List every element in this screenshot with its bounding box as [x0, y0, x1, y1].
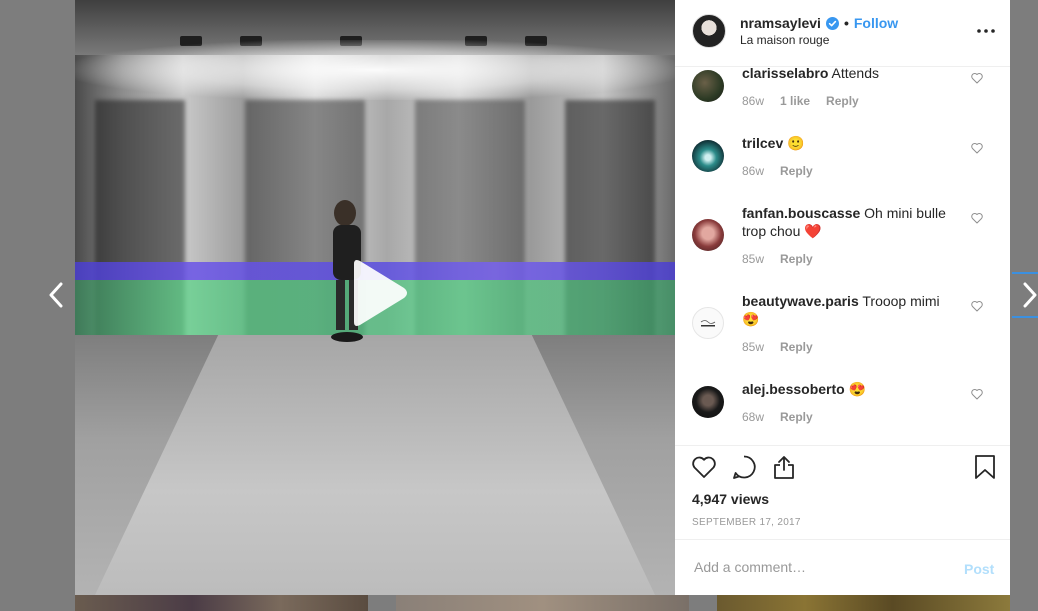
comment-username[interactable]: fanfan.bouscasse — [742, 205, 860, 221]
play-icon[interactable] — [342, 258, 412, 328]
location-link[interactable]: La maison rouge — [740, 33, 829, 47]
comment-emoji: 😍 — [742, 311, 760, 327]
post-date[interactable]: SEPTEMBER 17, 2017 — [692, 517, 801, 528]
brand-logo-icon — [700, 320, 716, 327]
post-detail-panel: nramsaylevi • Follow La maison rouge cla… — [675, 0, 1010, 595]
follow-button[interactable]: Follow — [854, 15, 898, 31]
avatar[interactable] — [692, 219, 724, 251]
comment-username[interactable]: beautywave.paris — [742, 293, 859, 309]
comment-icon[interactable] — [730, 453, 758, 481]
avatar[interactable] — [692, 14, 726, 48]
post-video[interactable] — [75, 0, 675, 595]
avatar[interactable] — [692, 70, 724, 102]
comment-emoji: 😍 — [848, 381, 867, 397]
like-comment-icon[interactable] — [971, 72, 983, 84]
comment-input[interactable] — [692, 558, 946, 576]
add-comment-bar: Post — [675, 539, 1010, 596]
comment-age[interactable]: 85w — [742, 340, 764, 354]
comment-username[interactable]: trilcev — [742, 135, 783, 151]
like-comment-icon[interactable] — [971, 388, 983, 400]
avatar[interactable] — [692, 307, 724, 339]
save-bookmark-icon[interactable] — [971, 453, 999, 481]
post-username[interactable]: nramsaylevi — [740, 15, 821, 31]
comment-emoji: 🙂 — [787, 135, 805, 151]
comments-list[interactable]: clarisselabro Attends 86w 1 like Reply t… — [675, 67, 1010, 446]
background-thumbnail[interactable] — [75, 595, 368, 611]
like-comment-icon[interactable] — [971, 300, 983, 312]
reply-button[interactable]: Reply — [780, 252, 813, 266]
like-comment-icon[interactable] — [971, 212, 983, 224]
reply-button[interactable]: Reply — [780, 164, 813, 178]
background-thumbnail[interactable] — [717, 595, 1010, 611]
comment-age[interactable]: 86w — [742, 164, 764, 178]
next-arrow-icon[interactable] — [1016, 280, 1038, 310]
action-bar — [675, 453, 1010, 489]
verified-badge-icon — [825, 16, 839, 30]
avatar[interactable] — [692, 386, 724, 418]
reply-button[interactable]: Reply — [780, 340, 813, 354]
previous-arrow-icon[interactable] — [42, 280, 70, 310]
comment-username[interactable]: clarisselabro — [742, 67, 828, 81]
comment-age[interactable]: 68w — [742, 410, 764, 424]
comment-emoji: ❤️ — [804, 223, 822, 239]
comment-age[interactable]: 86w — [742, 94, 764, 108]
post-header: nramsaylevi • Follow La maison rouge — [675, 0, 1010, 67]
like-comment-icon[interactable] — [971, 142, 983, 154]
more-options-icon[interactable] — [975, 20, 997, 42]
view-count[interactable]: 4,947 views — [692, 491, 769, 507]
comment-text: Attends — [831, 67, 879, 81]
background-thumbnail[interactable] — [396, 595, 689, 611]
reply-button[interactable]: Reply — [826, 94, 859, 108]
comment-text: Trooop mimi — [862, 293, 940, 309]
comment-likes[interactable]: 1 like — [780, 94, 810, 108]
reply-button[interactable]: Reply — [780, 410, 813, 424]
like-icon[interactable] — [690, 453, 718, 481]
post-comment-button[interactable]: Post — [964, 561, 994, 577]
share-icon[interactable] — [770, 453, 798, 481]
separator-dot: • — [843, 15, 849, 31]
comment-age[interactable]: 85w — [742, 252, 764, 266]
comment-username[interactable]: alej.bessoberto — [742, 381, 845, 397]
avatar[interactable] — [692, 140, 724, 172]
